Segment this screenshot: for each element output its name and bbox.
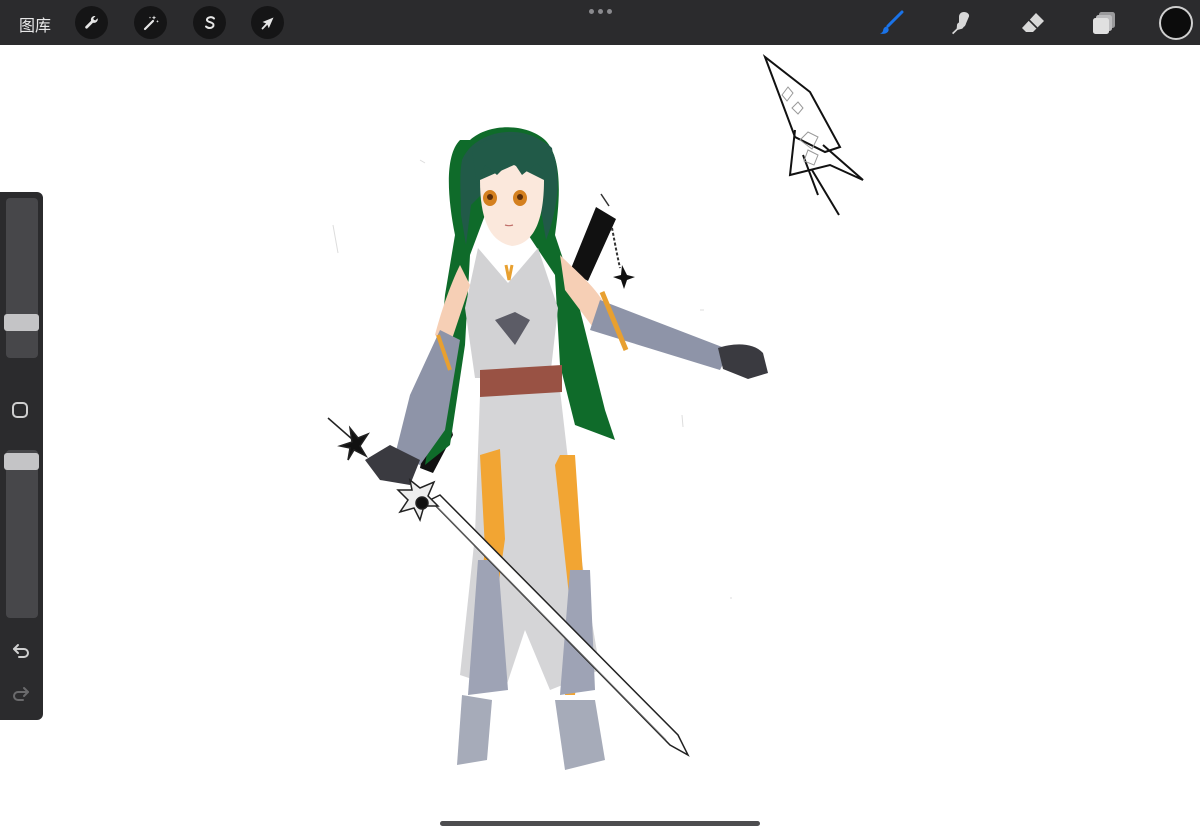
home-indicator[interactable] bbox=[440, 821, 760, 826]
left-sidebar bbox=[0, 192, 43, 720]
brush-icon bbox=[880, 10, 904, 34]
undo-button[interactable] bbox=[10, 639, 32, 661]
undo-icon bbox=[13, 644, 29, 658]
opacity-slider[interactable] bbox=[6, 450, 38, 618]
actions-button[interactable] bbox=[75, 6, 108, 39]
dot bbox=[598, 9, 603, 14]
redo-button[interactable] bbox=[10, 682, 32, 704]
transform-button[interactable] bbox=[251, 6, 284, 39]
brush-size-thumb[interactable] bbox=[4, 314, 39, 331]
opacity-thumb[interactable] bbox=[4, 453, 39, 470]
erase-tool[interactable] bbox=[1016, 6, 1050, 40]
more-dots-handle[interactable] bbox=[589, 9, 612, 14]
drawing-canvas[interactable] bbox=[0, 45, 1200, 834]
brush-size-slider[interactable] bbox=[6, 198, 38, 358]
square-modify-icon[interactable] bbox=[12, 402, 28, 418]
layers-icon bbox=[1093, 12, 1115, 34]
smudge-icon bbox=[952, 12, 970, 35]
top-toolbar: 图库 bbox=[0, 0, 1200, 45]
dot bbox=[607, 9, 612, 14]
selection-button[interactable] bbox=[193, 6, 226, 39]
color-swatch-button[interactable] bbox=[1159, 6, 1193, 40]
selection-s-icon bbox=[204, 15, 215, 29]
spear-sketch bbox=[762, 54, 864, 216]
paint-tool[interactable] bbox=[874, 6, 908, 40]
artwork-illustration bbox=[327, 54, 864, 770]
gallery-button[interactable]: 图库 bbox=[19, 12, 51, 36]
smudge-tool[interactable] bbox=[944, 6, 978, 40]
magic-wand-icon bbox=[143, 15, 159, 30]
adjustments-button[interactable] bbox=[134, 6, 167, 39]
redo-icon bbox=[13, 687, 29, 701]
wrench-icon bbox=[84, 15, 98, 29]
arrow-cursor-icon bbox=[261, 17, 273, 29]
dot bbox=[589, 9, 594, 14]
layers-tool[interactable] bbox=[1087, 6, 1121, 40]
eraser-icon bbox=[1022, 13, 1044, 32]
